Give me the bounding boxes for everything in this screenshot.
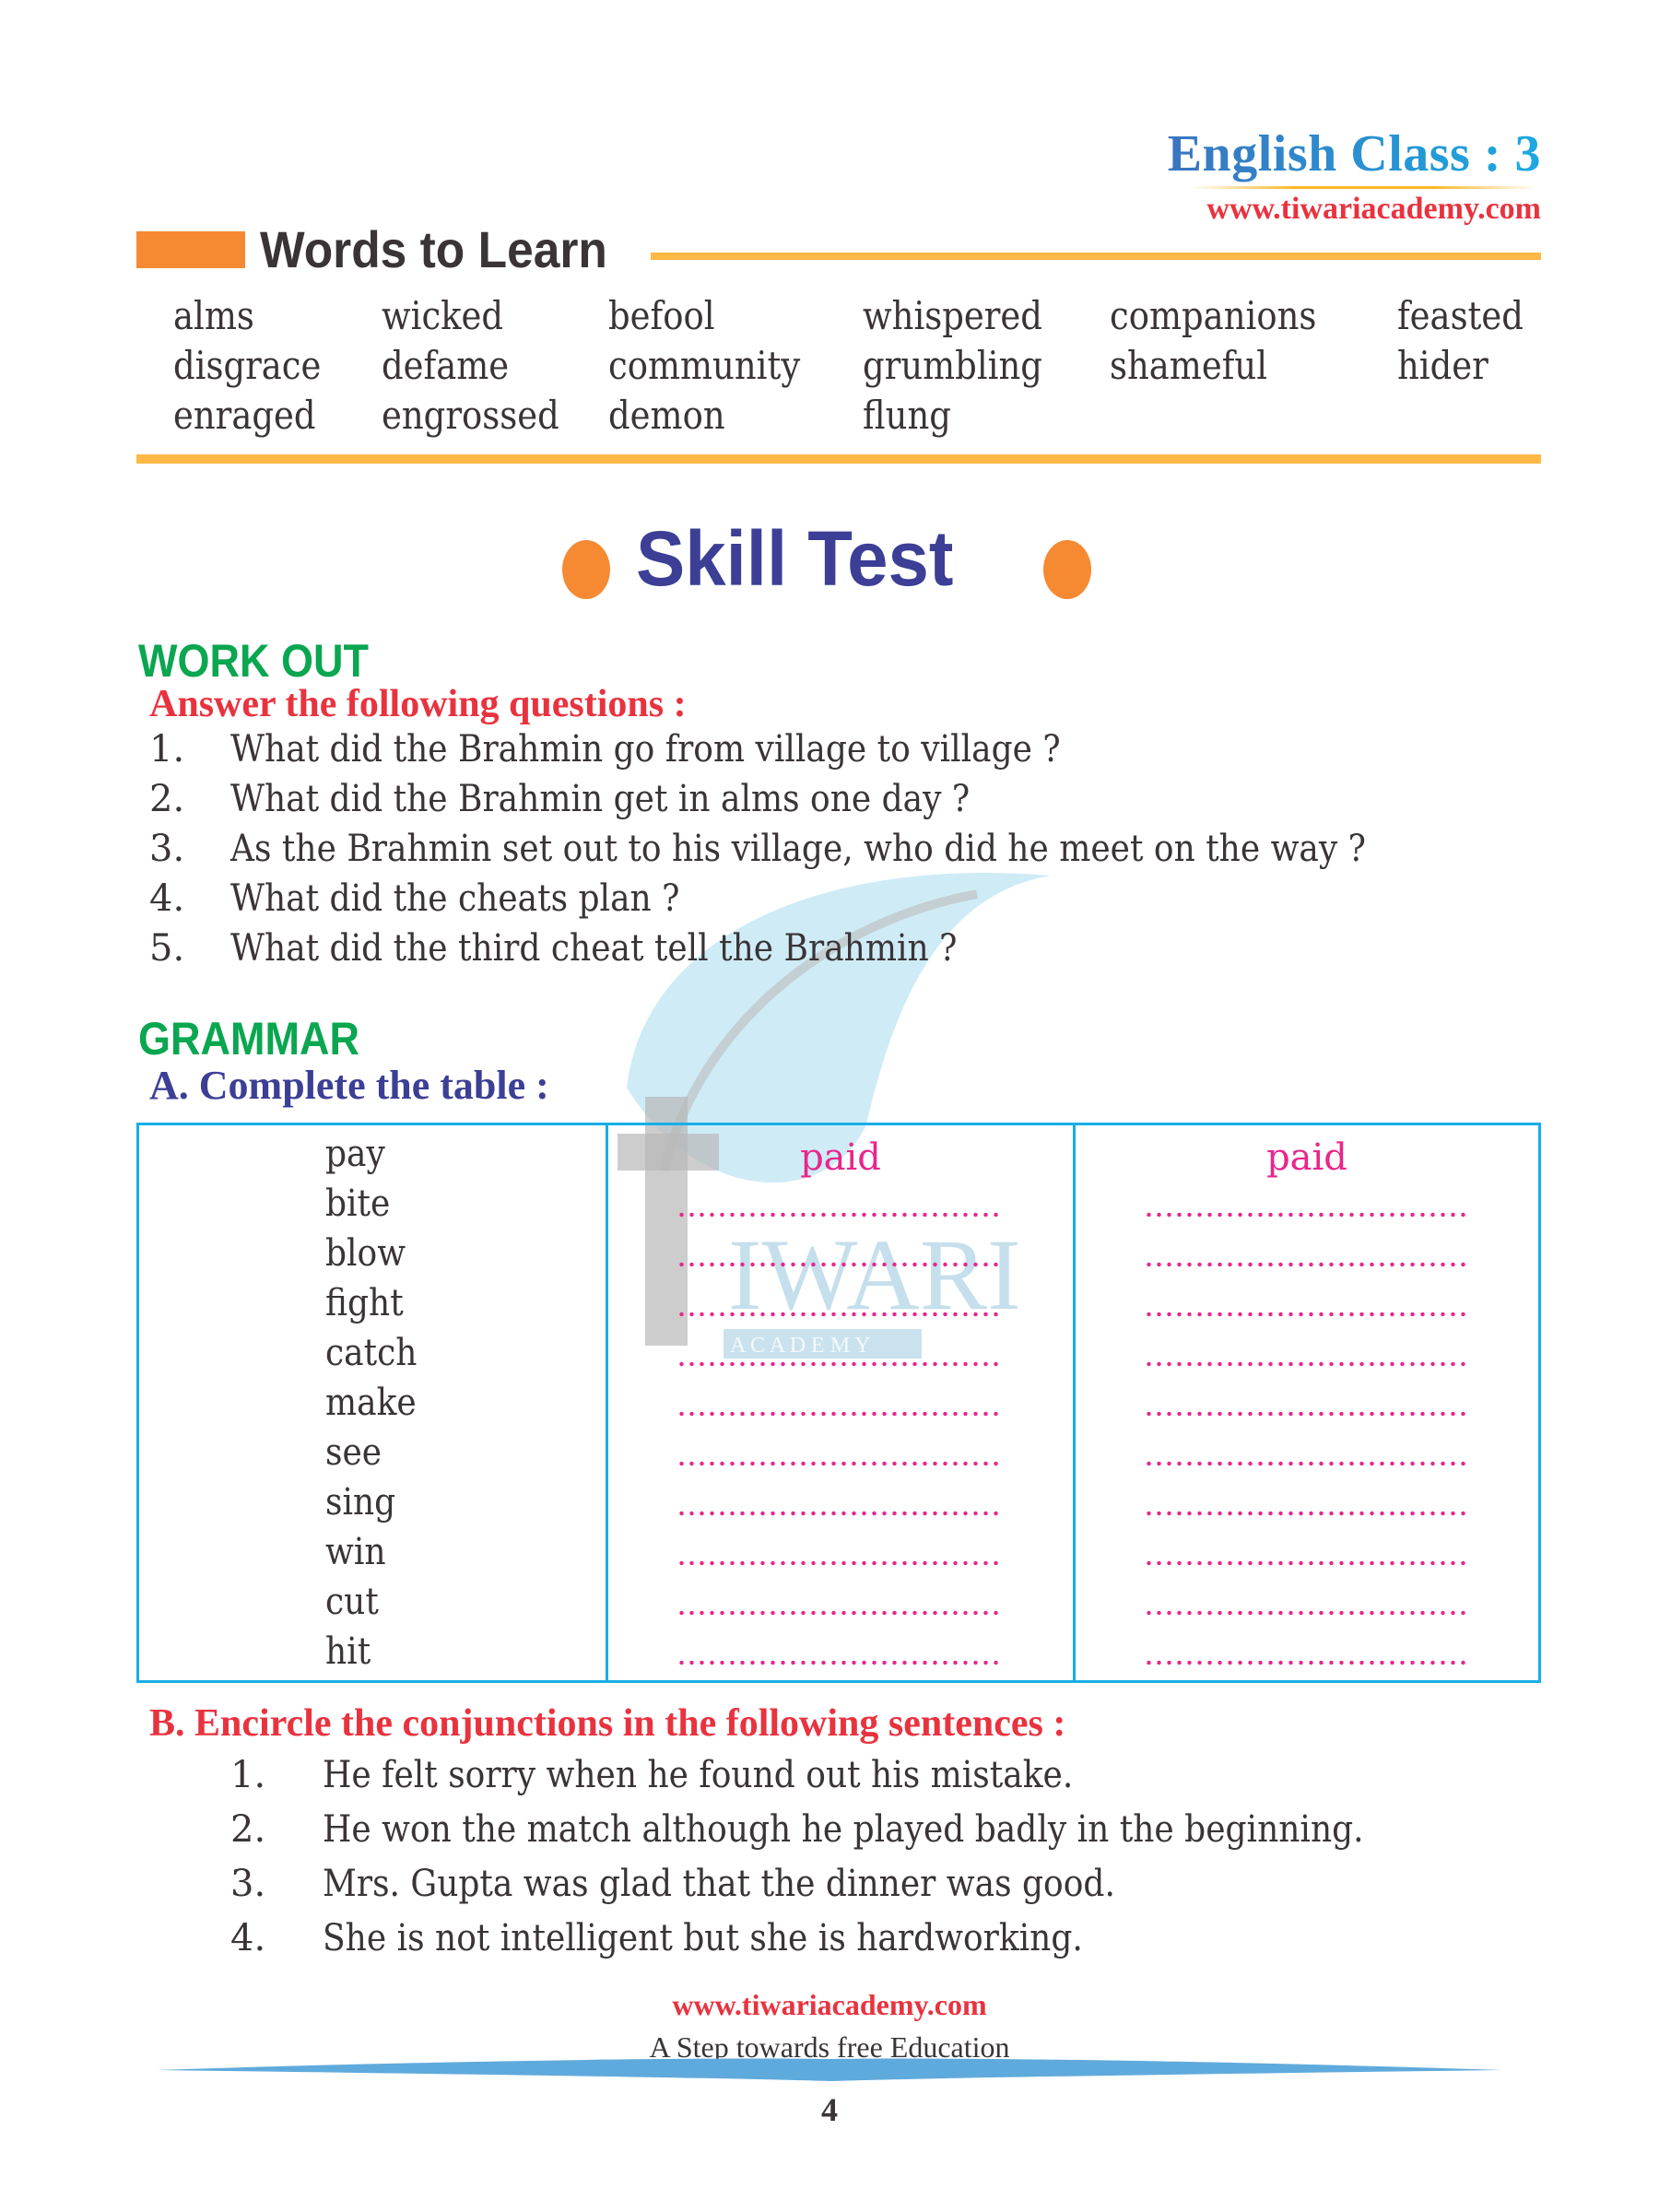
past-form-blank[interactable] <box>677 1411 1001 1417</box>
header-divider <box>1189 186 1539 189</box>
bullet-dot-icon <box>1043 540 1091 599</box>
question-text: What did the Brahmin go from village to … <box>230 728 1061 771</box>
past-form-blank[interactable] <box>677 1212 1001 1218</box>
past-form-blank[interactable] <box>677 1361 1001 1367</box>
base-verb: see <box>325 1431 382 1474</box>
example-past-form: paid <box>800 1136 881 1179</box>
questions-instruction: Answer the following questions : <box>149 683 687 725</box>
words-to-learn-title: Words to Learn <box>260 220 607 278</box>
past-participle-blank[interactable] <box>1144 1212 1468 1218</box>
sentence-text[interactable]: Mrs. Gupta was glad that the dinner was … <box>323 1863 1115 1905</box>
footer-wave-divider <box>157 2058 1502 2081</box>
vocab-word: feasted <box>1397 293 1524 338</box>
vocab-word: wicked <box>382 293 504 338</box>
vocab-word: shameful <box>1110 343 1268 388</box>
question-number: 3. <box>149 828 185 870</box>
sentence-number: 1. <box>230 1754 266 1796</box>
section-marker-bar <box>136 231 245 268</box>
base-form-column: pay bite blow fight catch make see sing win cut hi… <box>139 1125 606 1680</box>
sentence-number: 3. <box>230 1863 266 1905</box>
question-text: What did the Brahmin get in alms one day… <box>230 778 971 820</box>
vocab-word: disgrace <box>173 343 322 388</box>
header-url[interactable]: www.tiwariacademy.com <box>1206 192 1541 227</box>
past-form-blank[interactable] <box>677 1461 1001 1466</box>
sentence-text[interactable]: He won the match although he played badl… <box>323 1808 1364 1851</box>
bullet-dot-icon <box>562 540 610 599</box>
vocab-word: whispered <box>863 293 1042 338</box>
past-form-blank[interactable] <box>677 1262 1001 1267</box>
past-form-column: paid <box>606 1125 1073 1680</box>
vocab-word: community <box>608 343 801 388</box>
sentence-text[interactable]: He felt sorry when he found out his mist… <box>323 1754 1073 1796</box>
sentence-number: 2. <box>230 1808 266 1851</box>
past-participle-blank[interactable] <box>1144 1262 1468 1267</box>
past-participle-blank[interactable] <box>1144 1660 1468 1665</box>
part-a-heading: A. Complete the table : <box>149 1063 549 1108</box>
vocab-word: companions <box>1110 293 1317 338</box>
words-to-learn-bottom-rule <box>136 454 1541 464</box>
base-verb: blow <box>325 1232 406 1275</box>
question-number: 5. <box>149 927 185 970</box>
past-form-blank[interactable] <box>677 1312 1001 1317</box>
base-verb: pay <box>325 1133 385 1175</box>
past-participle-blank[interactable] <box>1144 1411 1468 1417</box>
vocab-word: befool <box>608 293 715 338</box>
past-participle-blank[interactable] <box>1144 1560 1468 1566</box>
base-verb: win <box>325 1531 386 1573</box>
base-verb: fight <box>325 1282 404 1324</box>
past-participle-blank[interactable] <box>1144 1511 1468 1516</box>
past-participle-blank[interactable] <box>1144 1361 1468 1367</box>
question-number: 2. <box>149 778 185 820</box>
grammar-heading: GRAMMAR <box>138 1013 359 1065</box>
base-verb: hit <box>325 1630 371 1673</box>
past-participle-blank[interactable] <box>1144 1312 1468 1317</box>
question-text: What did the cheats plan ? <box>230 877 680 920</box>
base-verb: sing <box>325 1481 396 1524</box>
work-out-heading: WORK OUT <box>138 635 369 687</box>
base-verb: catch <box>325 1332 418 1374</box>
vocab-word: defame <box>382 343 510 388</box>
footer-url[interactable]: www.tiwariacademy.com <box>0 1988 1659 2022</box>
past-participle-blank[interactable] <box>1144 1610 1468 1616</box>
question-number: 4. <box>149 877 185 920</box>
vocab-word: enraged <box>173 393 316 438</box>
base-verb: make <box>325 1382 417 1424</box>
sentence-number: 4. <box>230 1917 266 1959</box>
part-b-heading: B. Encircle the conjunctions in the foll… <box>149 1702 1066 1745</box>
vocab-word: hider <box>1397 343 1488 388</box>
past-form-blank[interactable] <box>677 1560 1001 1566</box>
sentence-text[interactable]: She is not intelligent but she is hardwo… <box>323 1917 1083 1959</box>
past-participle-blank[interactable] <box>1144 1461 1468 1466</box>
vocab-word: flung <box>863 393 951 438</box>
vocab-word: demon <box>608 393 725 438</box>
class-title: English Class : 3 <box>1167 125 1541 182</box>
past-form-blank[interactable] <box>677 1511 1001 1516</box>
example-past-participle: paid <box>1266 1136 1347 1179</box>
question-text: As the Brahmin set out to his village, w… <box>230 828 1366 870</box>
past-form-blank[interactable] <box>677 1660 1001 1665</box>
base-verb: bite <box>325 1182 391 1225</box>
past-form-blank[interactable] <box>677 1610 1001 1616</box>
vocab-word: grumbling <box>863 343 1042 388</box>
page-number: 4 <box>821 2091 838 2128</box>
question-number: 1. <box>149 728 185 771</box>
verb-forms-table: pay bite blow fight catch make see sing win cut hi… <box>136 1123 1541 1683</box>
vocab-word: engrossed <box>382 393 559 438</box>
skill-test-title: Skill Test <box>636 515 954 602</box>
past-participle-column: paid <box>1073 1125 1538 1680</box>
question-text: What did the third cheat tell the Brahmi… <box>230 927 958 970</box>
vocab-word: alms <box>173 293 254 338</box>
words-to-learn-rule <box>651 253 1541 260</box>
base-verb: cut <box>325 1581 379 1623</box>
